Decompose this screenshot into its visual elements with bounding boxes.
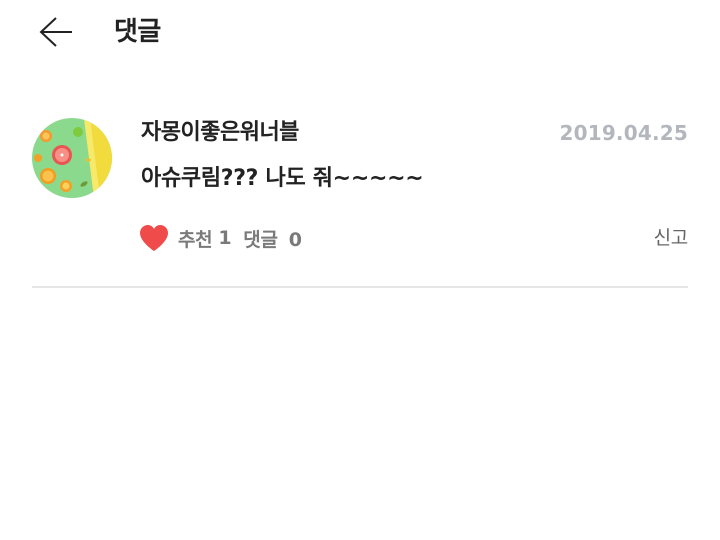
avatar[interactable] <box>32 118 112 198</box>
heart-icon <box>140 225 168 251</box>
recommend-label: 추천 <box>178 228 213 251</box>
page-title: 댓글 <box>114 17 161 47</box>
reply-count: 0 <box>288 228 302 251</box>
fruit-slices-image <box>32 118 112 198</box>
comment-actions: 추천 1 댓글 0 <box>138 218 302 258</box>
report-button[interactable]: 신고 <box>654 218 689 258</box>
arrow-left-icon <box>39 17 72 47</box>
comment-author[interactable]: 자몽이좋은워너블 <box>141 116 299 150</box>
reply-button[interactable]: 댓글 0 <box>243 225 302 252</box>
back-button[interactable] <box>30 10 82 54</box>
comments-page: 댓글 자몽이좋은워너블 2019.04.25 아슈쿠림??? 나도 줘~~~~~… <box>0 0 720 540</box>
header: 댓글 <box>0 0 720 70</box>
divider <box>32 286 688 288</box>
comment-date: 2019.04.25 <box>559 121 688 145</box>
comment-text: 아슈쿠림??? 나도 줘~~~~~ <box>141 166 424 191</box>
comment-item: 자몽이좋은워너블 2019.04.25 아슈쿠림??? 나도 줘~~~~~ 추천… <box>0 100 720 270</box>
reply-label: 댓글 <box>243 228 278 251</box>
recommend-count: 1 <box>218 227 232 249</box>
recommend-button[interactable]: 추천 1 <box>138 223 232 253</box>
